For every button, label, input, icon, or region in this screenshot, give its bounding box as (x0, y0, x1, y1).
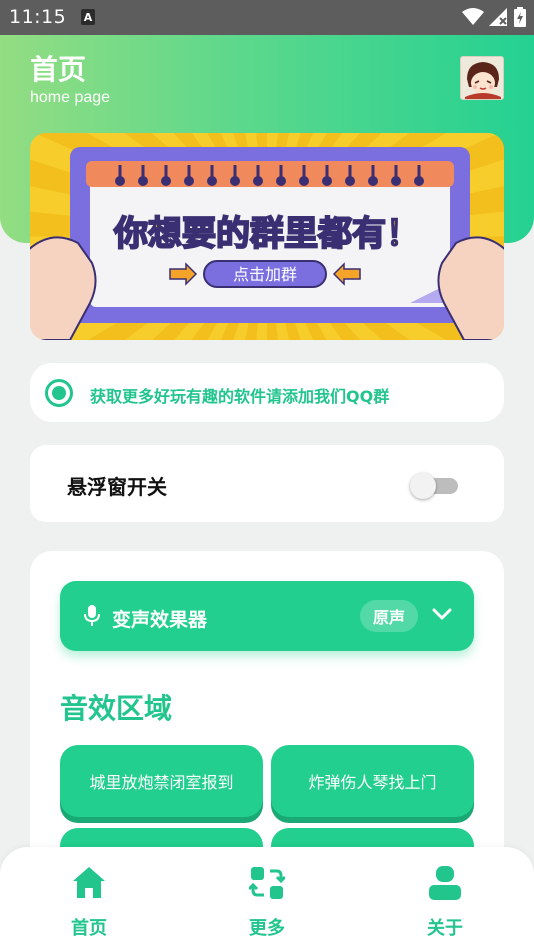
notice-radio-icon (45, 379, 73, 407)
nav-item-about[interactable]: 关于 (405, 865, 485, 945)
banner-headline: 你想要的群里都有！ (113, 214, 420, 254)
float-window-card: 悬浮窗开关 (30, 445, 504, 522)
banner-cta: 点击加群 (233, 265, 297, 284)
group-join-banner[interactable]: 你想要的群里都有！ 点击加群 (30, 133, 504, 340)
voice-changer-dropdown[interactable]: 变声效果器 原声 (60, 581, 474, 651)
user-icon (429, 866, 461, 900)
sound-button[interactable]: 城里放炮禁闭室报到 (60, 745, 263, 817)
notice-text: 获取更多好玩有趣的软件请添加我们QQ群 (90, 387, 390, 406)
wifi-icon (462, 8, 484, 25)
voice-changer-selected: 原声 (360, 600, 418, 632)
status-bar: 11:15 A (0, 0, 534, 35)
avatar-character-icon (461, 57, 503, 99)
battery-icon (514, 7, 526, 27)
qq-group-notice[interactable]: 获取更多好玩有趣的软件请添加我们QQ群 (30, 363, 504, 422)
voice-changer-label: 变声效果器 (112, 609, 208, 631)
nav-item-home[interactable]: 首页 (49, 865, 129, 945)
microphone-icon (84, 605, 100, 626)
nav-label-about: 关于 (427, 918, 463, 939)
avatar[interactable] (460, 56, 504, 100)
signal-icon (489, 8, 507, 26)
nav-label-more: 更多 (249, 918, 285, 939)
sound-section-title: 音效区域 (60, 692, 173, 725)
nav-label-home: 首页 (71, 918, 107, 939)
a-icon: A (81, 9, 95, 25)
banner-art: 你想要的群里都有！ 点击加群 (30, 147, 504, 340)
nav-item-more[interactable]: 更多 (227, 865, 307, 945)
float-window-label: 悬浮窗开关 (67, 475, 167, 499)
toggle-knob (410, 473, 436, 499)
page-subtitle: home page (30, 89, 111, 106)
chevron-down-icon (432, 608, 452, 620)
sound-button[interactable]: 炸弹伤人琴找上门 (271, 745, 474, 817)
home-icon (73, 867, 105, 898)
float-window-toggle[interactable] (410, 473, 458, 499)
page-title: 首页 (30, 53, 87, 86)
status-icons (462, 7, 526, 27)
status-time: 11:15 (9, 6, 67, 28)
bottom-nav: 首页 更多 关于 (0, 847, 534, 949)
refresh-grid-icon (249, 867, 285, 899)
